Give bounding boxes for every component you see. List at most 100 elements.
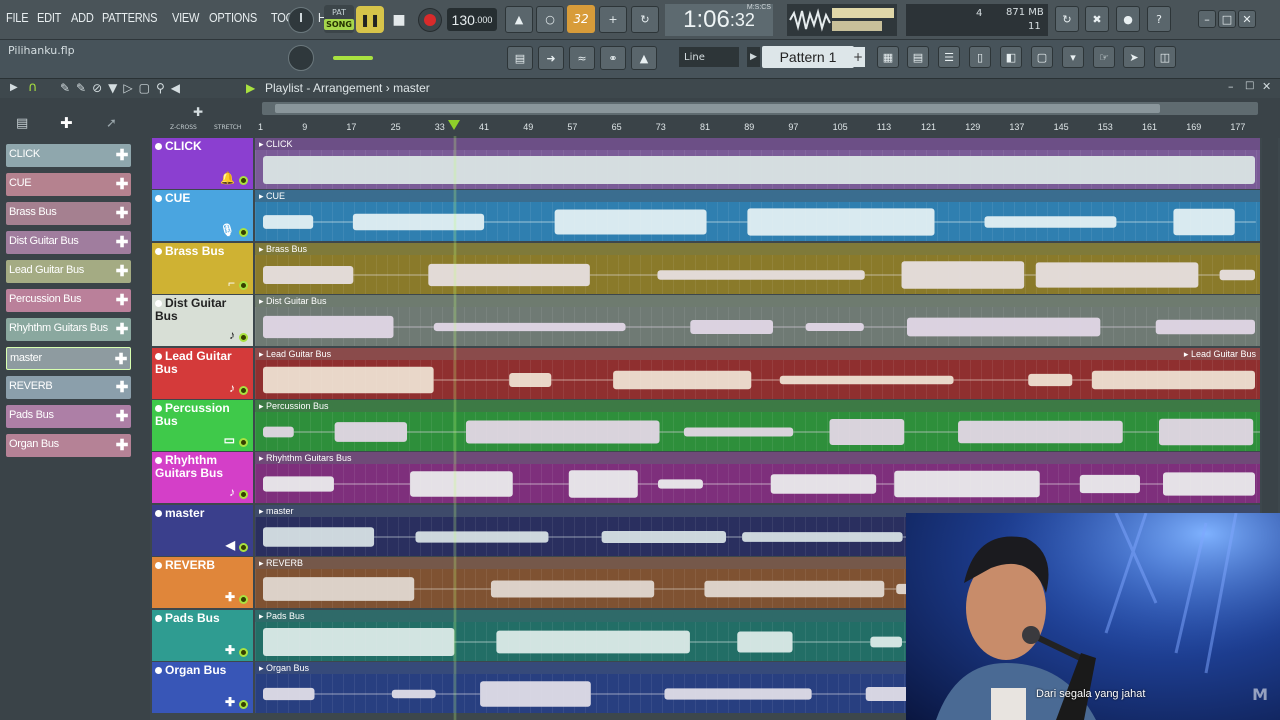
track-menu-icon[interactable]	[155, 509, 162, 517]
playlist-maximize-icon[interactable]: □	[1245, 80, 1254, 91]
menu-file[interactable]: FILE	[6, 10, 29, 25]
picker-item[interactable]: Organ Bus ✚	[6, 434, 131, 457]
send-icon[interactable]: ➤	[1123, 46, 1145, 68]
track-enable-led[interactable]	[239, 280, 248, 290]
menu-options[interactable]: OPTIONS	[209, 10, 257, 25]
link-icon[interactable]: ⚭	[600, 46, 626, 70]
refresh-icon[interactable]: ↻	[1055, 6, 1079, 32]
song-position-display[interactable]: 1:06:32 M:S:CS	[665, 4, 773, 36]
add-clip-icon[interactable]: ✚	[116, 175, 129, 193]
countdown-icon[interactable]: 32	[567, 5, 595, 33]
track-enable-led[interactable]	[239, 333, 248, 343]
track-header[interactable]: Percussion Bus ▭	[152, 400, 253, 451]
track-menu-icon[interactable]	[155, 352, 162, 360]
add-clip-icon[interactable]: ✚	[116, 320, 129, 338]
picker-item[interactable]: CUE ✚	[6, 173, 131, 196]
touch-icon[interactable]: ☞	[1093, 46, 1115, 68]
menu-view[interactable]: VIEW	[172, 10, 199, 25]
audio-clip[interactable]: ▸ Rhyhthm Guitars Bus	[255, 452, 1260, 504]
picker-patterns-icon[interactable]: ▤	[16, 116, 28, 131]
picker-item[interactable]: Percussion Bus ✚	[6, 289, 131, 312]
audio-clip[interactable]: ▸ Percussion Bus	[255, 400, 1260, 451]
mixer-icon[interactable]: ▯	[969, 46, 991, 68]
track-menu-icon[interactable]	[155, 247, 162, 255]
track-header[interactable]: Lead Guitar Bus ♪	[152, 347, 253, 399]
track-menu-icon[interactable]	[155, 562, 162, 570]
audio-clip[interactable]: ▸ CLICK	[255, 138, 1260, 189]
picker-item[interactable]: master ✚	[6, 347, 131, 370]
picker-item[interactable]: Brass Bus ✚	[6, 202, 131, 225]
metronome-icon[interactable]: ▲	[505, 6, 533, 33]
wave-icon[interactable]: ≈	[569, 46, 595, 70]
track-enable-led[interactable]	[239, 385, 248, 395]
add-clip-icon[interactable]: ✚	[116, 262, 129, 280]
playlist-close-icon[interactable]: ✕	[1262, 80, 1271, 93]
track-menu-icon[interactable]	[155, 457, 162, 465]
channel-rack-icon[interactable]: ▤	[907, 46, 929, 68]
blend-recording-icon[interactable]: +	[599, 6, 627, 33]
microphone-icon[interactable]: ●	[1116, 6, 1140, 32]
tempo-display[interactable]: 130.000	[447, 8, 497, 31]
arrow-right-icon[interactable]: ➜	[538, 46, 564, 70]
track-enable-led[interactable]	[239, 595, 248, 605]
tools-icon[interactable]: ✖	[1085, 6, 1109, 32]
playlist-minimize-icon[interactable]: –	[1228, 80, 1234, 93]
track-header[interactable]: CLICK 🔔	[152, 138, 253, 189]
browser-icon[interactable]: ◧	[1000, 46, 1022, 68]
picker-item[interactable]: CLICK ✚	[6, 144, 131, 167]
picker-automation-icon[interactable]: ➚	[106, 116, 117, 131]
playlist-icon[interactable]: ▦	[877, 46, 899, 68]
track-header[interactable]: Dist Guitar Bus ♪	[152, 295, 253, 347]
track-header[interactable]: Pads Bus ✚	[152, 609, 253, 661]
close-icon[interactable]: ✕	[1238, 10, 1256, 28]
project-icon[interactable]: ▢	[1031, 46, 1053, 68]
zoom-icon[interactable]: ✚	[193, 105, 203, 119]
loop-record-icon[interactable]: ↻	[631, 6, 659, 33]
playlist-tools-icon[interactable]: ✎✎⊘▼▷▢⚲◀	[60, 81, 186, 95]
add-clip-icon[interactable]: ✚	[116, 204, 129, 222]
track-menu-icon[interactable]	[155, 405, 162, 412]
track-enable-led[interactable]	[239, 176, 248, 185]
help-icon[interactable]: ?	[1147, 6, 1171, 32]
track-header[interactable]: master ◀	[152, 504, 253, 556]
stamp-icon[interactable]: ▲	[631, 46, 657, 70]
audio-clip[interactable]: ▸ Dist Guitar Bus	[255, 295, 1260, 347]
playlist-menu-icon[interactable]: ▶	[10, 82, 18, 93]
audio-clip[interactable]: ▸ Lead Guitar Bus ▸ Lead Guitar Bus	[255, 347, 1260, 399]
wait-input-icon[interactable]: ○	[536, 6, 564, 33]
plugin-icon[interactable]: ▾	[1062, 46, 1084, 68]
maximize-icon[interactable]: □	[1218, 10, 1236, 28]
track-header[interactable]: CUE 🎙	[152, 190, 253, 242]
menu-add[interactable]: ADD	[71, 10, 94, 25]
audio-clip[interactable]: ▸ Brass Bus	[255, 242, 1260, 294]
track-menu-icon[interactable]	[155, 195, 162, 203]
piano-roll-icon[interactable]: ▤	[507, 46, 533, 70]
track-enable-led[interactable]	[239, 490, 248, 500]
add-clip-icon[interactable]: ✚	[116, 436, 129, 454]
track-header[interactable]: Rhyhthm Guitars Bus ♪	[152, 452, 253, 504]
picker-item[interactable]: Dist Guitar Bus ✚	[6, 231, 131, 254]
snap-selector[interactable]: Line	[679, 47, 739, 67]
master-pitch-knob[interactable]	[288, 45, 314, 71]
track-header[interactable]: Brass Bus ⌐	[152, 242, 253, 294]
audio-clip[interactable]: ▸ CUE	[255, 190, 1260, 242]
minimize-icon[interactable]: –	[1198, 10, 1216, 28]
track-enable-led[interactable]	[239, 647, 248, 657]
stop-button[interactable]: ■	[386, 6, 412, 33]
record-button[interactable]	[418, 8, 442, 32]
track-menu-icon[interactable]	[155, 667, 162, 674]
cart-icon[interactable]: ◫	[1154, 46, 1176, 68]
picker-item[interactable]: Lead Guitar Bus ✚	[6, 260, 131, 283]
add-clip-icon[interactable]: ✚	[116, 291, 129, 309]
track-enable-led[interactable]	[239, 228, 248, 238]
track-header[interactable]: Organ Bus ✚	[152, 662, 253, 713]
pause-button[interactable]: ❚❚	[356, 6, 384, 33]
track-menu-icon[interactable]	[155, 143, 162, 150]
add-clip-icon[interactable]: ✚	[116, 407, 129, 425]
add-clip-icon[interactable]: ✚	[115, 350, 128, 368]
scrollbar-thumb[interactable]	[275, 104, 1160, 113]
track-menu-icon[interactable]	[155, 614, 162, 622]
pattern-prev-icon[interactable]: ▶	[747, 47, 760, 67]
track-enable-led[interactable]	[239, 438, 248, 447]
add-clip-icon[interactable]: ✚	[116, 233, 129, 251]
